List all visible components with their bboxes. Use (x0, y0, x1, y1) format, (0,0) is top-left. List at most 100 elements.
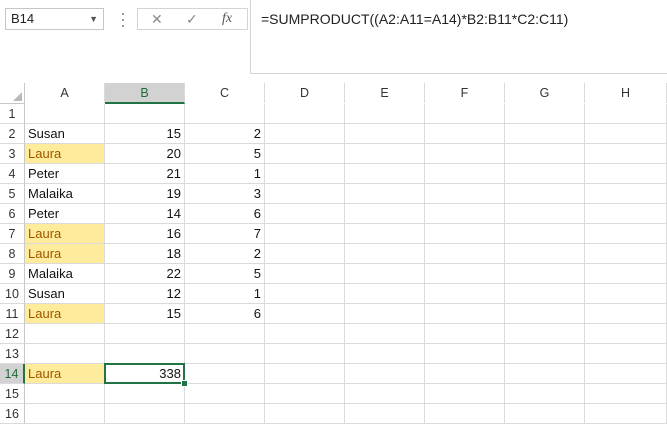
cell-e15[interactable] (345, 384, 425, 404)
row-header-14[interactable]: 14 (0, 364, 25, 384)
cell-h12[interactable] (585, 324, 667, 344)
cell-a10[interactable]: Susan (25, 284, 105, 304)
cell-b10[interactable]: 12 (105, 284, 185, 304)
cell-g4[interactable] (505, 164, 585, 184)
cell-g14[interactable] (505, 364, 585, 384)
cell-b1[interactable] (105, 104, 185, 124)
cell-e8[interactable] (345, 244, 425, 264)
cell-c7[interactable]: 7 (185, 224, 265, 244)
cell-c9[interactable]: 5 (185, 264, 265, 284)
cell-d3[interactable] (265, 144, 345, 164)
column-header-g[interactable]: G (505, 83, 585, 103)
cell-e10[interactable] (345, 284, 425, 304)
enter-icon[interactable]: ✓ (186, 9, 198, 29)
cell-h10[interactable] (585, 284, 667, 304)
cell-e5[interactable] (345, 184, 425, 204)
cell-c5[interactable]: 3 (185, 184, 265, 204)
cell-b7[interactable]: 16 (105, 224, 185, 244)
row-header-8[interactable]: 8 (0, 244, 25, 264)
cell-e2[interactable] (345, 124, 425, 144)
cell-e14[interactable] (345, 364, 425, 384)
cell-b6[interactable]: 14 (105, 204, 185, 224)
cell-d4[interactable] (265, 164, 345, 184)
cell-f7[interactable] (425, 224, 505, 244)
cell-f13[interactable] (425, 344, 505, 364)
cell-a13[interactable] (25, 344, 105, 364)
cancel-icon[interactable]: ✕ (151, 9, 163, 29)
select-all-button[interactable] (0, 83, 25, 104)
cell-g11[interactable] (505, 304, 585, 324)
cell-b15[interactable] (105, 384, 185, 404)
cell-d5[interactable] (265, 184, 345, 204)
cell-f14[interactable] (425, 364, 505, 384)
cell-g1[interactable] (505, 104, 585, 124)
cell-c8[interactable]: 2 (185, 244, 265, 264)
cell-d10[interactable] (265, 284, 345, 304)
cell-d8[interactable] (265, 244, 345, 264)
cell-h8[interactable] (585, 244, 667, 264)
row-header-1[interactable]: 1 (0, 104, 25, 124)
formula-input[interactable]: =SUMPRODUCT((A2:A11=A14)*B2:B11*C2:C11) (250, 0, 667, 74)
cell-b16[interactable] (105, 404, 185, 424)
cell-e7[interactable] (345, 224, 425, 244)
cell-a2[interactable]: Susan (25, 124, 105, 144)
row-header-4[interactable]: 4 (0, 164, 25, 184)
cell-d1[interactable] (265, 104, 345, 124)
row-header-12[interactable]: 12 (0, 324, 25, 344)
cell-h9[interactable] (585, 264, 667, 284)
row-header-5[interactable]: 5 (0, 184, 25, 204)
cell-f10[interactable] (425, 284, 505, 304)
cell-c14[interactable] (185, 364, 265, 384)
row-header-10[interactable]: 10 (0, 284, 25, 304)
cell-c11[interactable]: 6 (185, 304, 265, 324)
cell-g13[interactable] (505, 344, 585, 364)
cell-a7[interactable]: Laura (25, 224, 105, 244)
cell-b12[interactable] (105, 324, 185, 344)
cell-h5[interactable] (585, 184, 667, 204)
cell-d16[interactable] (265, 404, 345, 424)
cell-f1[interactable] (425, 104, 505, 124)
cell-f11[interactable] (425, 304, 505, 324)
cell-g10[interactable] (505, 284, 585, 304)
cell-h14[interactable] (585, 364, 667, 384)
cell-a14[interactable]: Laura (25, 364, 105, 384)
cell-b4[interactable]: 21 (105, 164, 185, 184)
column-header-c[interactable]: C (185, 83, 265, 103)
cell-d9[interactable] (265, 264, 345, 284)
cell-g9[interactable] (505, 264, 585, 284)
cell-g5[interactable] (505, 184, 585, 204)
cell-g16[interactable] (505, 404, 585, 424)
insert-function-icon[interactable]: fx (222, 9, 232, 29)
cell-a15[interactable] (25, 384, 105, 404)
row-header-3[interactable]: 3 (0, 144, 25, 164)
cell-f2[interactable] (425, 124, 505, 144)
cell-f8[interactable] (425, 244, 505, 264)
chevron-down-icon[interactable]: ▼ (89, 9, 98, 29)
cell-d14[interactable] (265, 364, 345, 384)
cell-a12[interactable] (25, 324, 105, 344)
cell-h3[interactable] (585, 144, 667, 164)
cell-d2[interactable] (265, 124, 345, 144)
cell-h16[interactable] (585, 404, 667, 424)
row-header-6[interactable]: 6 (0, 204, 25, 224)
cell-e16[interactable] (345, 404, 425, 424)
cell-c13[interactable] (185, 344, 265, 364)
cell-a11[interactable]: Laura (25, 304, 105, 324)
cell-b13[interactable] (105, 344, 185, 364)
cell-d11[interactable] (265, 304, 345, 324)
column-header-a[interactable]: A (25, 83, 105, 103)
cell-a1[interactable] (25, 104, 105, 124)
worksheet-grid[interactable]: A B C D E F G H 1 2 Susan 15 2 3 Laura 20 5 4 Peter 21 1 5 Mal… (0, 83, 667, 424)
column-header-d[interactable]: D (265, 83, 345, 103)
cell-b2[interactable]: 15 (105, 124, 185, 144)
cell-c10[interactable]: 1 (185, 284, 265, 304)
cell-e12[interactable] (345, 324, 425, 344)
cell-e9[interactable] (345, 264, 425, 284)
cell-h7[interactable] (585, 224, 667, 244)
cell-c3[interactable]: 5 (185, 144, 265, 164)
column-header-h[interactable]: H (585, 83, 667, 103)
fill-handle[interactable] (181, 380, 188, 387)
cell-g8[interactable] (505, 244, 585, 264)
cell-h15[interactable] (585, 384, 667, 404)
cell-a5[interactable]: Malaika (25, 184, 105, 204)
